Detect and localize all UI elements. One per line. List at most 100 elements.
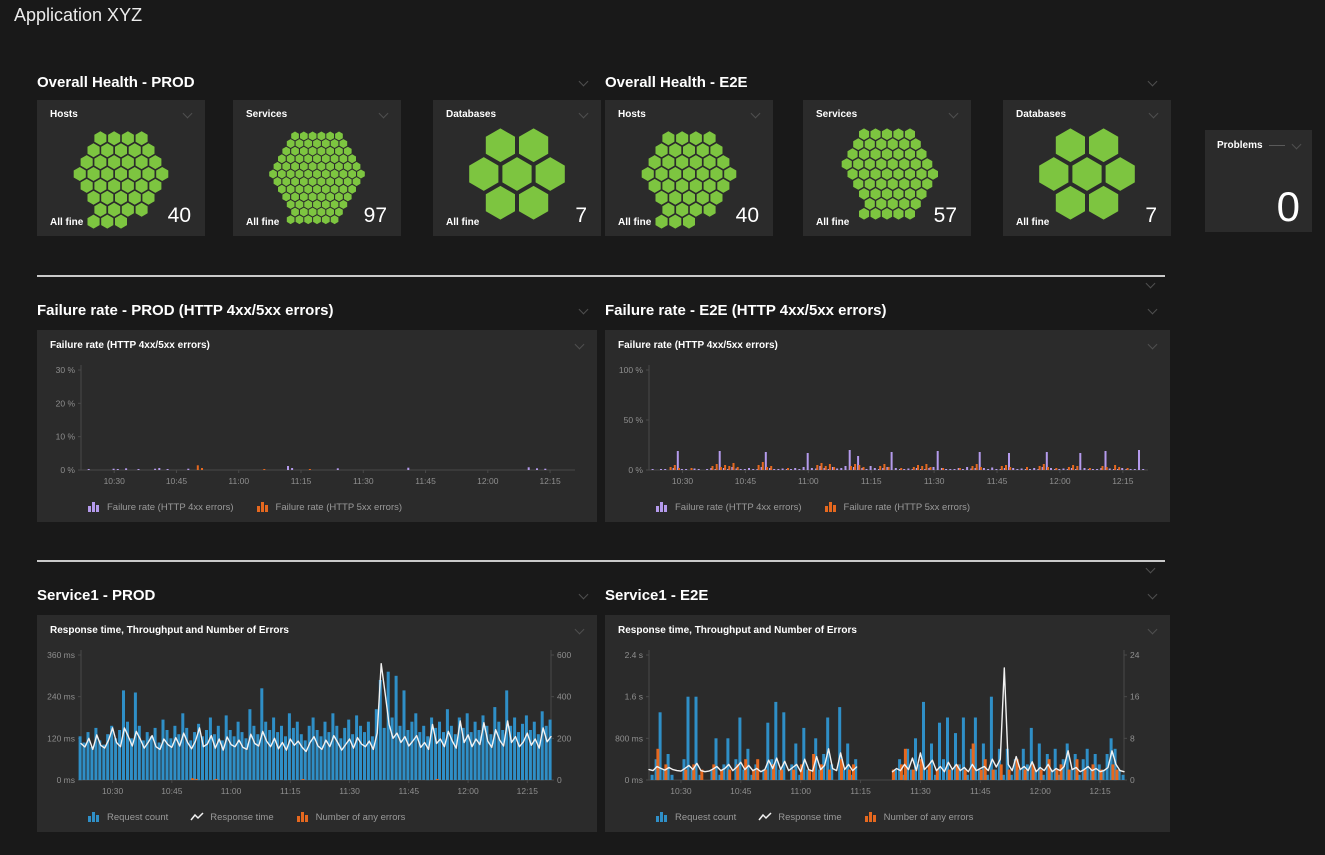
bar-series-icon [655,501,669,513]
tile-title: Hosts [618,109,646,120]
legend-item[interactable]: Number of any errors [864,811,974,823]
svg-text:0 ms: 0 ms [625,775,643,785]
svg-text:12:00: 12:00 [1049,476,1071,486]
legend-label: Number of any errors [316,812,406,823]
svg-text:11:15: 11:15 [850,786,871,796]
tile-problems[interactable]: Problems 0 [1205,130,1312,232]
section-title: Service1 - E2E [605,587,708,604]
section-header-failure-prod: Failure rate - PROD (HTTP 4xx/5xx errors… [37,300,589,320]
chart-legend: Failure rate (HTTP 4xx errors) Failure ra… [605,492,1170,522]
entity-count: 40 [168,204,191,228]
legend-label: Response time [778,812,841,823]
legend-item[interactable]: Response time [190,811,273,823]
svg-text:12:15: 12:15 [517,786,539,796]
tile-failure-rate-prod[interactable]: Failure rate (HTTP 4xx/5xx errors) 0 %10… [37,330,597,522]
svg-text:100 %: 100 % [619,365,644,375]
chevron-down-icon[interactable] [1291,140,1302,151]
line-series-icon [758,811,772,823]
status-text: All fine [50,217,83,228]
service1-prod-chart[interactable]: 0 ms120 ms240 ms360 ms020040060010:3010:… [37,643,585,802]
chevron-down-icon[interactable] [1147,590,1158,601]
svg-text:12:00: 12:00 [457,786,479,796]
svg-text:24: 24 [1130,650,1140,660]
tile-databases-prod[interactable]: Databases All fine7 [433,100,601,236]
bar-series-icon [87,811,101,823]
sparkline-placeholder [1269,145,1285,146]
svg-text:10 %: 10 % [56,432,76,442]
status-text: All fine [246,217,279,228]
svg-text:10:45: 10:45 [161,786,183,796]
chevron-down-icon[interactable] [574,340,585,351]
legend-item[interactable]: Failure rate (HTTP 4xx errors) [87,501,234,513]
chart-legend: Failure rate (HTTP 4xx errors) Failure ra… [37,492,597,522]
svg-text:2.4 s: 2.4 s [625,650,643,660]
legend-item[interactable]: Request count [655,811,736,823]
legend-item[interactable]: Response time [758,811,841,823]
svg-text:12:00: 12:00 [477,476,499,486]
section-title: Failure rate - PROD (HTTP 4xx/5xx errors… [37,302,334,319]
entity-count: 57 [934,204,957,228]
svg-text:10:45: 10:45 [735,476,757,486]
chevron-down-icon[interactable] [1148,109,1159,120]
bar-series-icon [864,811,878,823]
tile-title: Databases [1016,109,1066,120]
section-title: Overall Health - E2E [605,74,748,91]
svg-text:11:45: 11:45 [987,476,1008,486]
legend-item[interactable]: Failure rate (HTTP 4xx errors) [655,501,802,513]
legend-item[interactable]: Request count [87,811,168,823]
tile-failure-rate-e2e[interactable]: Failure rate (HTTP 4xx/5xx errors) 0 % 50… [605,330,1170,522]
chevron-down-icon[interactable] [1145,279,1156,290]
chevron-down-icon[interactable] [948,109,959,120]
svg-text:11:45: 11:45 [415,476,436,486]
chevron-down-icon[interactable] [578,109,589,120]
service1-e2e-chart[interactable]: 0 ms800 ms1.6 s2.4 s08162410:3010:4511:0… [605,643,1158,802]
svg-text:120 ms: 120 ms [47,733,75,743]
tile-databases-e2e[interactable]: Databases All fine7 [1003,100,1171,236]
failure-rate-prod-chart[interactable]: 0 %10 %20 %30 %10:3010:4511:0011:1511:30… [37,358,585,492]
svg-text:12:15: 12:15 [539,476,561,486]
chevron-down-icon[interactable] [1145,564,1156,575]
tile-hosts-e2e[interactable]: Hosts All fine40 [605,100,773,236]
tile-title: Failure rate (HTTP 4xx/5xx errors) [50,340,210,351]
tile-services-prod[interactable]: Services All fine97 [233,100,401,236]
svg-text:600: 600 [557,650,571,660]
entity-count: 7 [1145,204,1157,228]
tile-hosts-prod[interactable]: Hosts All fine40 [37,100,205,236]
chevron-down-icon[interactable] [1147,625,1158,636]
tile-services-e2e[interactable]: Services All fine57 [803,100,971,236]
legend-label: Request count [107,812,168,823]
svg-text:800 ms: 800 ms [615,733,643,743]
tile-title: Response time, Throughput and Number of … [50,625,289,636]
tile-service1-e2e[interactable]: Response time, Throughput and Number of … [605,615,1170,832]
chevron-down-icon[interactable] [182,109,193,120]
svg-text:12:00: 12:00 [1030,786,1052,796]
chevron-down-icon[interactable] [378,109,389,120]
svg-text:11:00: 11:00 [798,476,819,486]
chevron-down-icon[interactable] [578,305,589,316]
svg-text:0 %: 0 % [628,465,643,475]
legend-label: Response time [210,812,273,823]
legend-item[interactable]: Number of any errors [296,811,406,823]
svg-text:10:30: 10:30 [672,476,694,486]
svg-text:12:15: 12:15 [1112,476,1134,486]
svg-text:10:30: 10:30 [104,476,126,486]
chevron-down-icon[interactable] [578,77,589,88]
failure-rate-e2e-chart[interactable]: 0 %50 %100 %10:3010:4511:0011:1511:3011:… [605,358,1158,492]
tile-title: Services [246,109,287,120]
legend-label: Failure rate (HTTP 5xx errors) [276,502,403,513]
chevron-down-icon[interactable] [574,625,585,636]
tile-title: Failure rate (HTTP 4xx/5xx errors) [618,340,778,351]
svg-text:50 %: 50 % [624,415,644,425]
legend-label: Failure rate (HTTP 4xx errors) [107,502,234,513]
chevron-down-icon[interactable] [578,590,589,601]
chevron-down-icon[interactable] [750,109,761,120]
chevron-down-icon[interactable] [1147,77,1158,88]
svg-text:400: 400 [557,692,571,702]
tile-service1-prod[interactable]: Response time, Throughput and Number of … [37,615,597,832]
chevron-down-icon[interactable] [1147,305,1158,316]
chevron-down-icon[interactable] [1147,340,1158,351]
section-title: Overall Health - PROD [37,74,195,91]
entity-count: 7 [575,204,587,228]
legend-item[interactable]: Failure rate (HTTP 5xx errors) [256,501,403,513]
legend-item[interactable]: Failure rate (HTTP 5xx errors) [824,501,971,513]
